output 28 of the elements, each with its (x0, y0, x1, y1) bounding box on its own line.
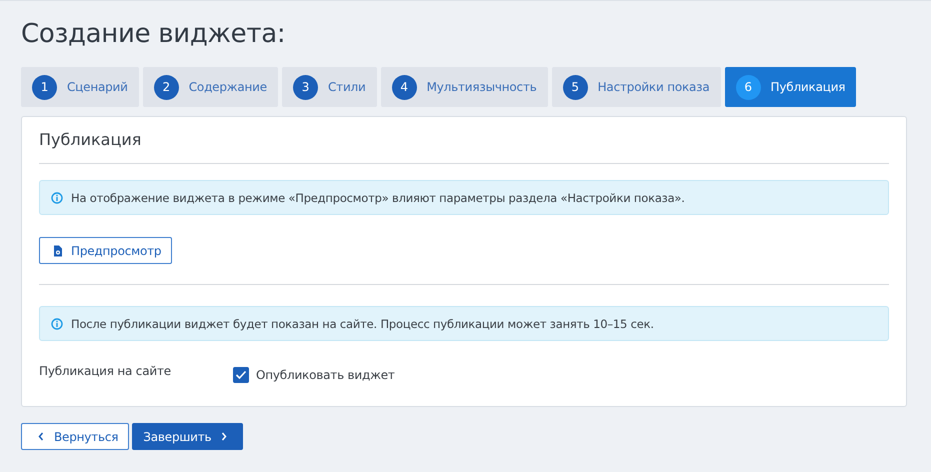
notice-text: На отображение виджета в режиме «Предпросмотр» влияют параметры раздела «Настройки показа». (71, 190, 685, 204)
field-label: Публикация на сайте (39, 364, 172, 378)
info-icon (51, 192, 63, 204)
step-number: 3 (292, 74, 318, 100)
preview-button[interactable]: Предпросмотр (39, 237, 172, 264)
finish-button[interactable]: Завершить (132, 423, 244, 450)
checkbox[interactable] (233, 367, 249, 383)
document-icon (53, 244, 63, 256)
step-tab[interactable]: 3 Стили (282, 67, 377, 107)
step-number: 2 (154, 74, 179, 100)
chevron-right-icon (221, 432, 228, 441)
step-number: 5 (562, 74, 588, 100)
page-title: Создание виджета: (21, 18, 286, 51)
step-tab[interactable]: 1 Сценарий (21, 67, 139, 107)
step-number: 4 (392, 74, 417, 100)
step-tab[interactable]: 2 Содержание (142, 67, 278, 107)
section-title: Публикация (39, 129, 142, 151)
info-icon (51, 318, 63, 330)
step-number: 6 (736, 74, 761, 100)
notice-text: После публикации виджет будет показан на сайте. Процесс публикации может занять 10–15 сек. (71, 316, 654, 330)
step-number: 1 (32, 74, 57, 100)
step-tab[interactable]: 5 Настройки показа (552, 67, 721, 107)
step-tab[interactable]: 4 Мультиязычность (380, 67, 548, 107)
checkmark-icon (235, 370, 247, 380)
checkbox-label: Опубликовать виджет (256, 368, 395, 382)
back-button[interactable]: Вернуться (21, 423, 130, 450)
step-tab[interactable]: 6 Публикация (724, 67, 856, 107)
chevron-left-icon (38, 432, 44, 441)
